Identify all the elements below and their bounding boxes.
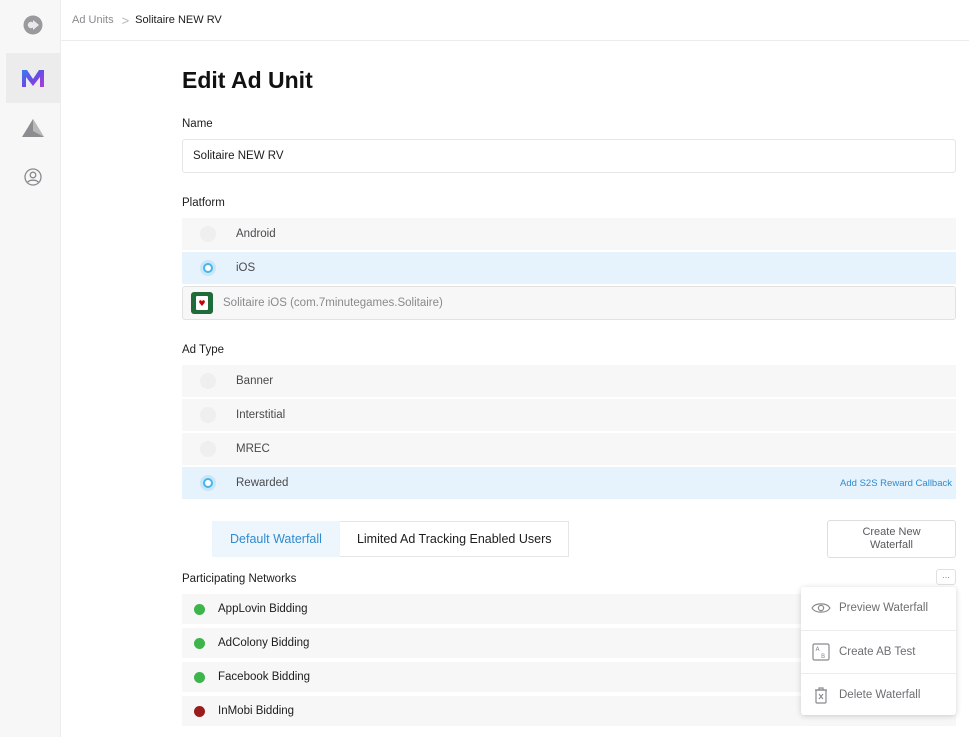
platform-option-ios[interactable]: iOS <box>182 252 956 284</box>
create-button-line1: Create New <box>862 526 921 538</box>
ad-type-option-banner[interactable]: Banner <box>182 365 956 397</box>
ad-type-option-rewarded[interactable]: Rewarded Add S2S Reward Callback <box>182 467 956 499</box>
status-dot-icon <box>194 671 205 683</box>
participating-networks-label: Participating Networks <box>182 573 297 585</box>
ad-type-option-interstitial[interactable]: Interstitial <box>182 399 956 431</box>
ad-type-option-label: Interstitial <box>236 409 286 421</box>
mountain-icon <box>22 119 44 137</box>
svg-text:A: A <box>816 646 821 653</box>
menu-item-label: Preview Waterfall <box>839 602 929 614</box>
eye-icon <box>811 598 831 618</box>
breadcrumb-current: Solitaire NEW RV <box>135 14 222 26</box>
network-name: Facebook Bidding <box>218 671 311 683</box>
mediation-m-icon <box>22 70 44 87</box>
create-button-line2: Waterfall <box>870 539 913 551</box>
platform-option-android[interactable]: Android <box>182 218 956 250</box>
menu-item-label: Delete Waterfall <box>839 688 921 701</box>
create-new-waterfall-button[interactable]: Create New Waterfall <box>827 520 956 558</box>
menu-item-preview-waterfall[interactable]: Preview Waterfall <box>801 587 956 629</box>
network-name: AdColony Bidding <box>218 637 310 649</box>
sidebar-item-analytics[interactable] <box>6 103 60 153</box>
app-selector[interactable]: ♥ Solitaire iOS (com.7minutegames.Solita… <box>182 286 956 320</box>
ad-type-option-mrec[interactable]: MREC <box>182 433 956 465</box>
waterfall-options-menu: Preview Waterfall A B Create AB Test Del… <box>801 587 956 715</box>
breadcrumb-ad-units-link[interactable]: Ad Units <box>72 14 114 26</box>
breadcrumb: Ad Units > Solitaire NEW RV <box>61 0 969 41</box>
network-name: InMobi Bidding <box>218 705 295 717</box>
radio-checked[interactable] <box>200 475 216 491</box>
ad-type-option-label: Banner <box>236 375 274 387</box>
status-dot-icon <box>194 705 205 717</box>
tab-default-waterfall[interactable]: Default Waterfall <box>212 521 340 557</box>
radio-unchecked[interactable] <box>200 373 216 389</box>
platform-option-label: iOS <box>236 262 256 274</box>
ad-type-option-label: MREC <box>236 443 270 455</box>
name-label: Name <box>182 118 213 130</box>
sidebar-item-home[interactable] <box>6 0 60 50</box>
trash-icon <box>811 685 831 705</box>
ad-type-label: Ad Type <box>182 344 224 356</box>
platform-label: Platform <box>182 197 225 209</box>
more-options-button[interactable]: ... <box>936 569 956 585</box>
add-s2s-reward-callback-link[interactable]: Add S2S Reward Callback <box>840 478 952 489</box>
radio-unchecked[interactable] <box>200 441 216 457</box>
name-input[interactable] <box>182 139 956 173</box>
menu-item-create-ab-test[interactable]: A B Create AB Test <box>801 630 956 672</box>
account-circle-icon <box>24 168 42 186</box>
status-dot-icon <box>194 603 205 615</box>
sidebar <box>0 0 61 737</box>
sidebar-item-account[interactable] <box>6 152 60 202</box>
radio-unchecked[interactable] <box>200 226 216 242</box>
menu-item-label: Create AB Test <box>839 645 916 658</box>
app-logo-icon <box>23 15 43 35</box>
radio-unchecked[interactable] <box>200 407 216 423</box>
ab-test-icon: A B <box>811 642 831 662</box>
waterfall-tabs: Default Waterfall Limited Ad Tracking En… <box>212 521 570 557</box>
ad-type-option-label: Rewarded <box>236 477 289 489</box>
page-title: Edit Ad Unit <box>182 67 313 93</box>
radio-checked[interactable] <box>200 260 216 276</box>
app-name: Solitaire iOS (com.7minutegames.Solitair… <box>223 297 443 309</box>
svg-text:B: B <box>821 653 825 660</box>
chevron-right-icon: > <box>121 12 130 28</box>
solitaire-app-icon: ♥ <box>191 292 213 314</box>
platform-option-label: Android <box>236 228 276 240</box>
tab-limited-ad-tracking[interactable]: Limited Ad Tracking Enabled Users <box>339 521 570 557</box>
status-dot-icon <box>194 637 205 649</box>
menu-item-delete-waterfall[interactable]: Delete Waterfall <box>801 673 956 715</box>
sidebar-item-mediation[interactable] <box>6 53 60 103</box>
network-name: AppLovin Bidding <box>218 603 308 615</box>
